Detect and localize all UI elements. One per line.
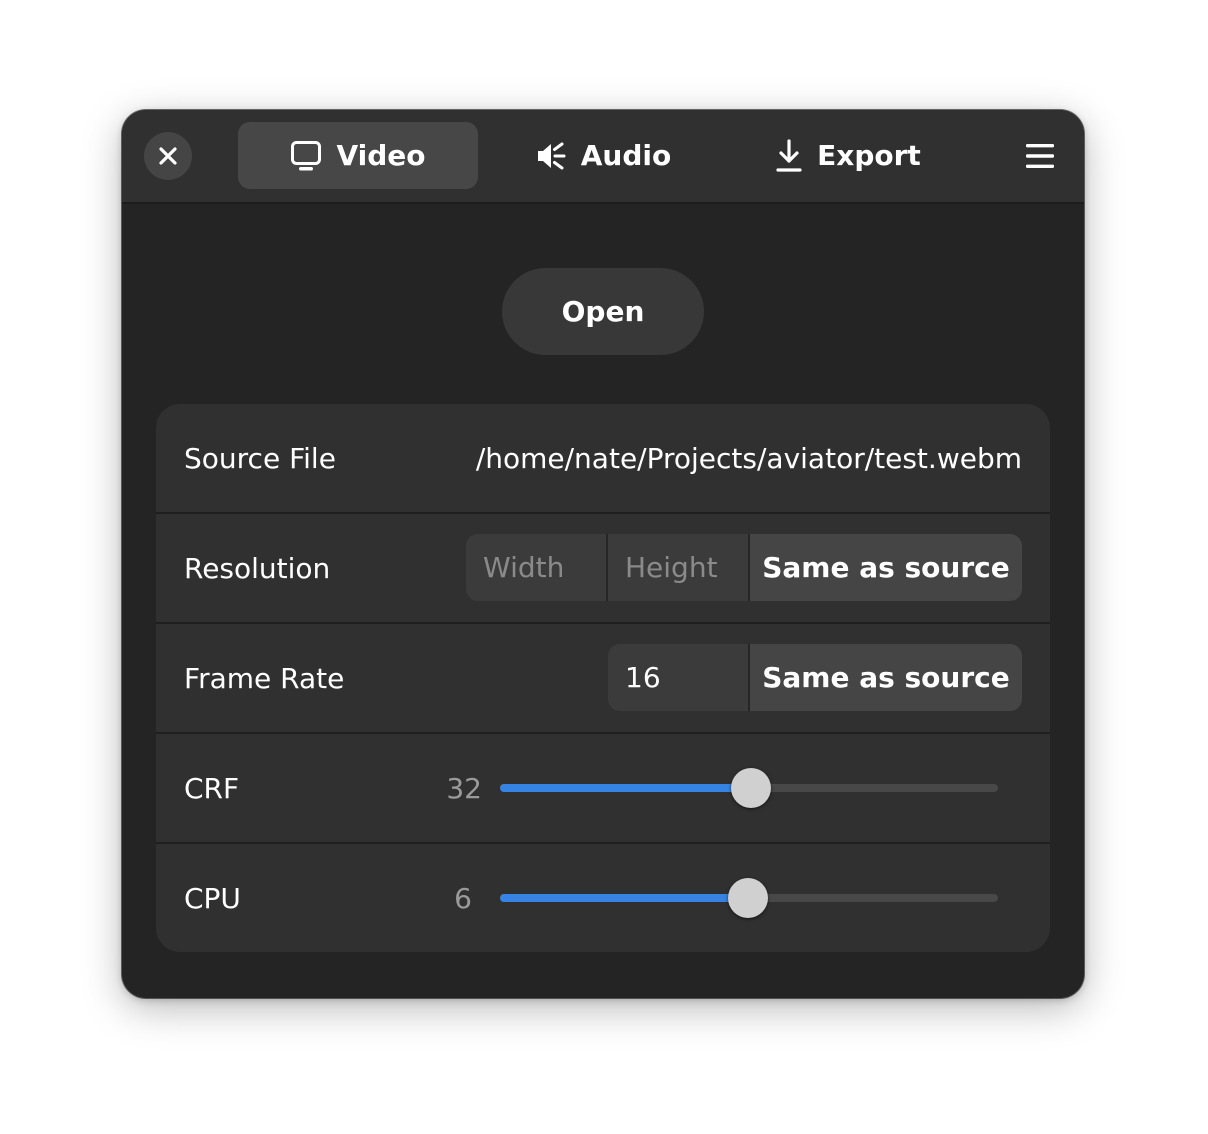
close-button[interactable] bbox=[144, 132, 192, 180]
tab-audio-label: Audio bbox=[580, 139, 672, 172]
cpu-value: 6 bbox=[454, 881, 472, 915]
crf-slider[interactable] bbox=[500, 768, 998, 808]
download-icon bbox=[775, 138, 803, 173]
tab-video-label: Video bbox=[336, 139, 426, 172]
source-file-path: /home/nate/Projects/aviator/test.webm bbox=[475, 441, 1022, 475]
resolution-row: Resolution Width Height Same as source bbox=[156, 514, 1050, 622]
cpu-slider-fill bbox=[500, 894, 748, 902]
video-settings-list: Source File /home/nate/Projects/aviator/… bbox=[156, 404, 1050, 952]
frame-rate-controls: 16 Same as source bbox=[608, 644, 1022, 711]
cpu-title: CPU bbox=[184, 881, 241, 915]
resolution-same-as-source-label: Same as source bbox=[762, 551, 1010, 584]
tab-export[interactable]: Export bbox=[728, 122, 968, 189]
frame-rate-input[interactable]: 16 bbox=[608, 644, 750, 711]
frame-rate-same-as-source-label: Same as source bbox=[762, 661, 1010, 694]
resolution-title: Resolution bbox=[184, 551, 331, 585]
header-bar: Video Audio Export bbox=[122, 110, 1084, 204]
cpu-slider-handle[interactable] bbox=[727, 878, 768, 918]
width-input[interactable]: Width bbox=[466, 534, 608, 601]
frame-rate-row: Frame Rate 16 Same as source bbox=[156, 624, 1050, 732]
close-icon bbox=[159, 147, 177, 165]
resolution-controls: Width Height Same as source bbox=[466, 534, 1022, 601]
crf-value: 32 bbox=[446, 771, 482, 805]
crf-slider-handle[interactable] bbox=[731, 768, 772, 808]
main-menu-button[interactable] bbox=[1012, 132, 1068, 180]
frame-rate-same-as-source-button[interactable]: Same as source bbox=[750, 644, 1022, 711]
speaker-icon bbox=[535, 140, 567, 172]
crf-row: CRF 32 bbox=[156, 734, 1050, 842]
height-input[interactable]: Height bbox=[608, 534, 750, 601]
source-file-row: Source File /home/nate/Projects/aviator/… bbox=[156, 404, 1050, 512]
open-button[interactable]: Open bbox=[502, 268, 704, 355]
tab-export-label: Export bbox=[817, 139, 921, 172]
cpu-row: CPU 6 bbox=[156, 844, 1050, 952]
monitor-icon bbox=[290, 140, 322, 172]
resolution-same-as-source-button[interactable]: Same as source bbox=[750, 534, 1022, 601]
source-file-title: Source File bbox=[184, 441, 336, 475]
cpu-slider[interactable] bbox=[500, 878, 998, 918]
hamburger-menu-icon bbox=[1026, 144, 1054, 168]
crf-title: CRF bbox=[184, 771, 240, 805]
crf-slider-fill bbox=[500, 784, 752, 792]
tab-audio[interactable]: Audio bbox=[483, 122, 723, 189]
tab-video[interactable]: Video bbox=[238, 122, 478, 189]
open-button-label: Open bbox=[561, 295, 645, 328]
app-window: Video Audio Export Open Source File /hom… bbox=[122, 110, 1084, 998]
frame-rate-title: Frame Rate bbox=[184, 661, 345, 695]
